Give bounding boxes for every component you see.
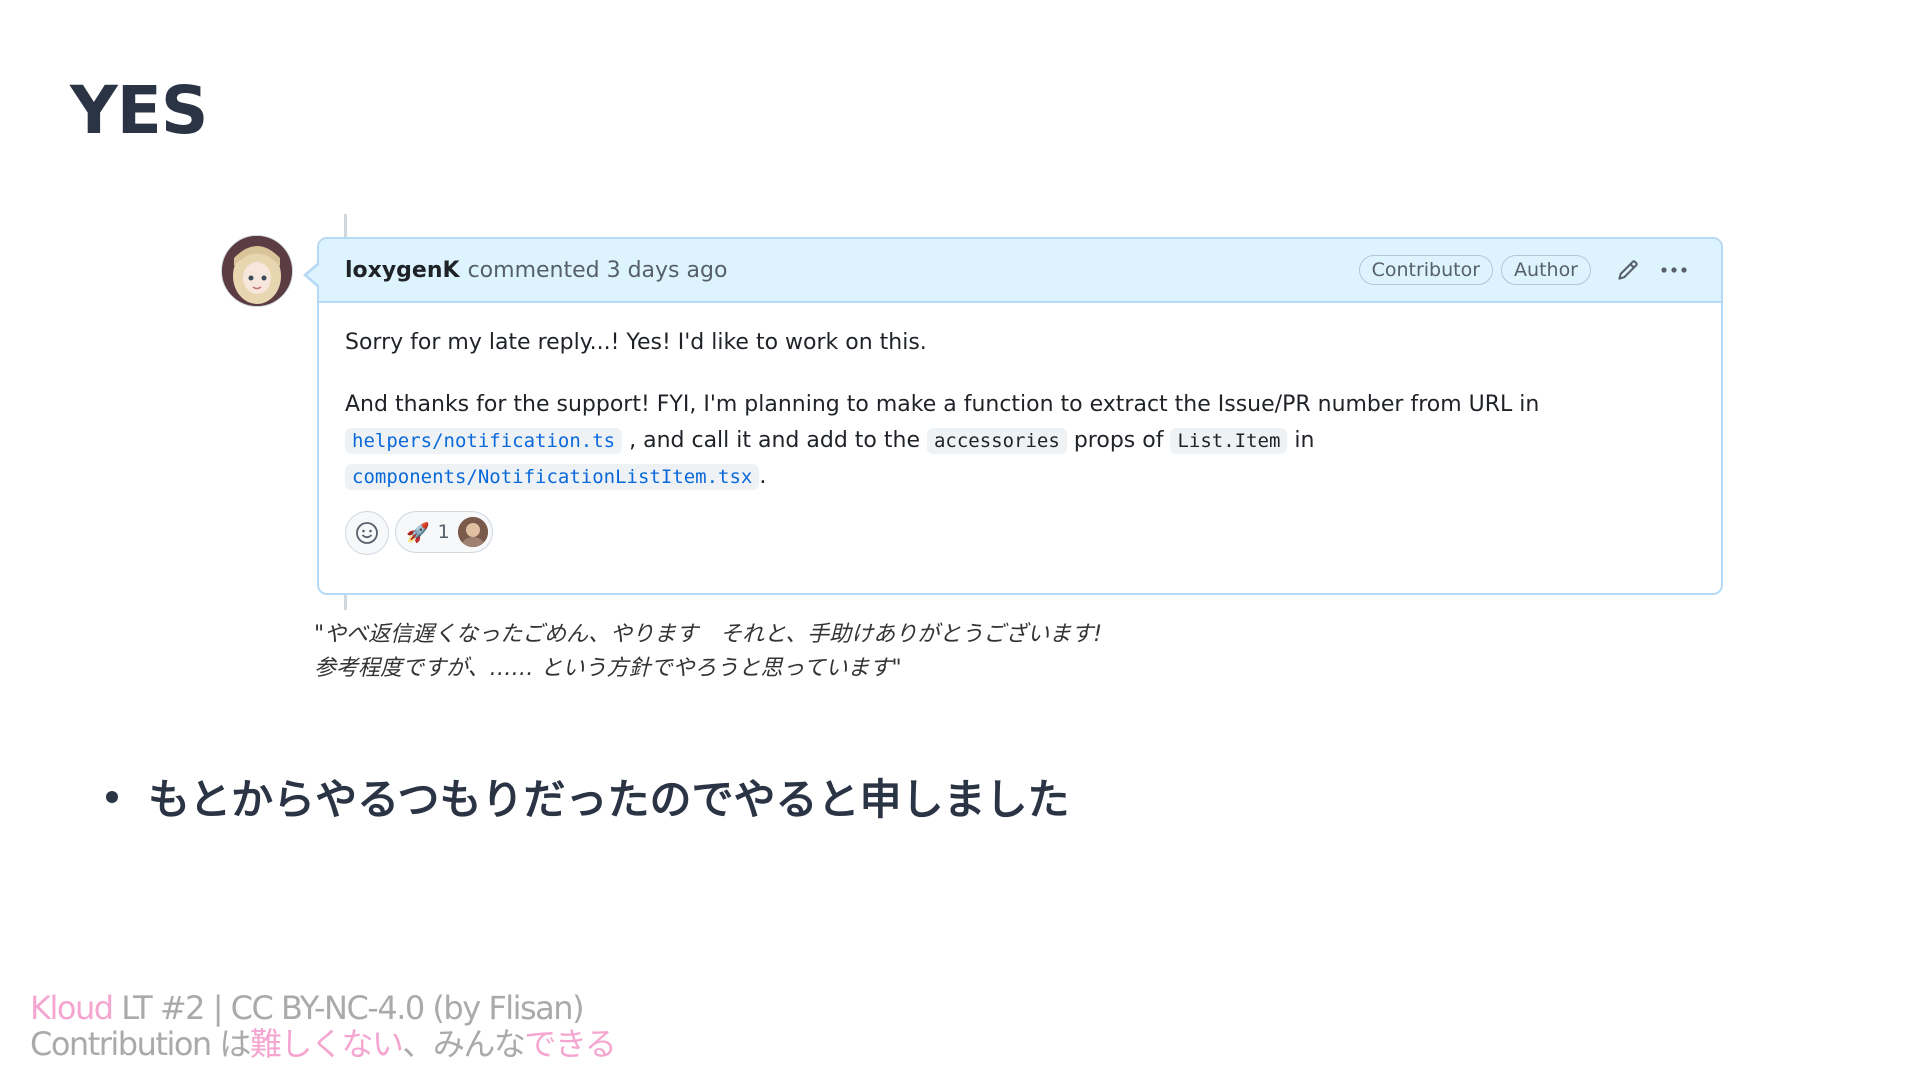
footer-brand: Kloud: [30, 989, 114, 1027]
bullet-item: もとからやるつもりだったのでやると申しました: [106, 766, 1069, 827]
contributor-badge: Contributor: [1358, 255, 1494, 285]
translation-line-1: "やべ返信遅くなったごめん、やります それと、手助けありがとうございます!: [314, 622, 1103, 647]
footer-line-2: Contribution は難しくない、みんなできる: [30, 1025, 617, 1063]
translation-line-2: 参考程度ですが、…… という方針でやろうと思っています": [314, 656, 902, 681]
translation-text: "やべ返信遅くなったごめん、やります それと、手助けありがとうございます! 参考…: [314, 618, 1102, 686]
code-accessories: accessories: [926, 428, 1067, 454]
slide-title: YES: [70, 72, 208, 149]
paragraph-text: And thanks for the support! FYI, I'm pla…: [345, 392, 1540, 417]
avatar[interactable]: [221, 235, 293, 307]
paragraph-text: .: [759, 464, 767, 489]
header-actions: Contributor Author: [1358, 253, 1691, 287]
code-link-helpers[interactable]: helpers/notification.ts: [345, 428, 623, 454]
slide-footer: Kloud LT #2 | CC BY-NC-4.0 (by Flisan) C…: [30, 990, 617, 1063]
comment-box: loxygenK commented 3 days ago Contributo…: [303, 237, 1723, 595]
reactions-bar: 🚀 1: [319, 511, 1721, 555]
comment-paragraph-1: Sorry for my late reply...! Yes! I'd lik…: [345, 330, 927, 355]
author-badge: Author: [1501, 255, 1591, 285]
reactor-avatar: [457, 517, 488, 547]
author-name[interactable]: loxygenK: [345, 258, 460, 283]
reaction-count: 1: [437, 521, 450, 543]
code-list-item: List.Item: [1170, 428, 1288, 454]
footer-text: 、みんな: [402, 1025, 526, 1063]
bullet-text: もとからやるつもりだったのでやると申しました: [148, 775, 1070, 824]
code-link-component[interactable]: components/NotificationListItem.tsx: [345, 464, 760, 490]
comment-body: Sorry for my late reply...! Yes! I'd lik…: [319, 303, 1721, 495]
footer-credit: LT #2 | CC BY-NC-4.0 (by Flisan): [112, 989, 584, 1027]
comment-timestamp[interactable]: commented 3 days ago: [468, 258, 728, 283]
bullet-dot: [106, 790, 118, 803]
paragraph-text: props of: [1073, 428, 1164, 453]
footer-text: Contribution は: [30, 1025, 251, 1063]
smiley-icon: [356, 522, 378, 544]
pencil-icon[interactable]: [1611, 253, 1645, 287]
paragraph-text: in: [1294, 428, 1315, 453]
footer-text-accent: 難しくない: [249, 1025, 404, 1063]
comment-header: loxygenK commented 3 days ago Contributo…: [319, 239, 1721, 303]
comment-paragraph-2: And thanks for the support! FYI, I'm pla…: [345, 387, 1695, 495]
add-reaction-button[interactable]: [345, 511, 389, 555]
rocket-icon: 🚀: [406, 521, 430, 544]
avatar-image: [222, 236, 292, 306]
footer-line-1: Kloud LT #2 | CC BY-NC-4.0 (by Flisan): [30, 990, 615, 1026]
kebab-horizontal-icon[interactable]: [1657, 253, 1691, 287]
footer-text-accent: できる: [524, 1025, 616, 1063]
paragraph-text: , and call it and add to the: [629, 428, 920, 453]
rocket-reaction-button[interactable]: 🚀 1: [395, 511, 493, 553]
